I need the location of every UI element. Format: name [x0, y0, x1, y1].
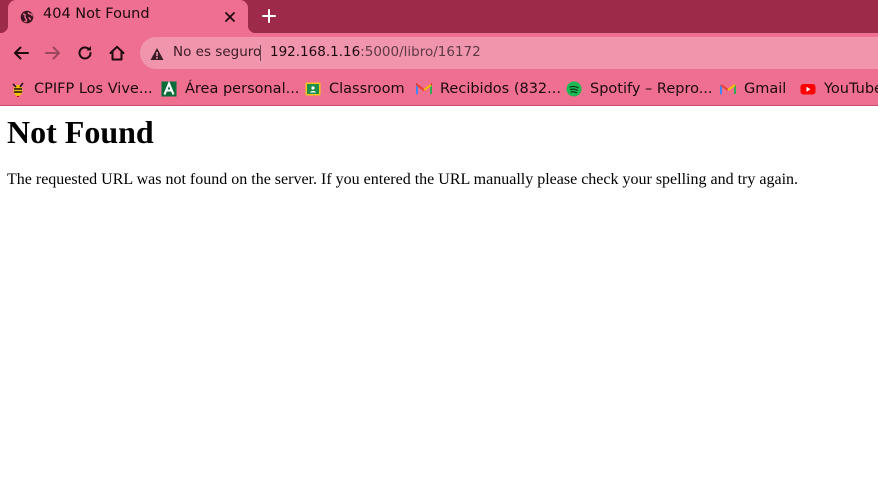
andalucia-icon	[161, 80, 177, 97]
bookmark-gmail[interactable]: Gmail	[720, 78, 786, 100]
url-text[interactable]: 192.168.1.16:5000/libro/16172	[270, 44, 481, 60]
bookmark-label: Spotify – Repro...	[590, 81, 713, 97]
plus-icon[interactable]	[259, 6, 279, 26]
bookmark-recibidos[interactable]: Recibidos (832...	[416, 78, 561, 100]
bookmark-classroom[interactable]: Classroom	[305, 78, 405, 100]
bee-icon	[10, 81, 26, 97]
bookmark-cpifp[interactable]: CPIFP Los Vive...	[10, 78, 153, 100]
url-host: 192.168.1.16	[270, 44, 361, 60]
gmail-icon	[416, 81, 432, 97]
globe-icon	[20, 9, 34, 24]
security-status-text[interactable]: No es seguro	[173, 44, 261, 60]
close-icon[interactable]	[222, 9, 238, 25]
bookmark-label: Área personal...	[185, 81, 300, 97]
omnibox-divider	[260, 45, 261, 61]
bookmark-area-personal[interactable]: Área personal...	[161, 78, 299, 100]
bookmarks-bar: CPIFP Los Vive... Área personal... Class…	[0, 73, 878, 106]
bookmark-label: YouTube	[824, 81, 878, 97]
youtube-icon	[800, 81, 816, 97]
tab-active[interactable]: 404 Not Found	[0, 0, 256, 33]
warning-triangle-icon[interactable]	[150, 46, 164, 60]
tab-title: 404 Not Found	[43, 6, 150, 22]
address-bar[interactable]: No es seguro 192.168.1.16:5000/libro/161…	[140, 37, 878, 69]
home-icon[interactable]	[105, 41, 129, 65]
bookmark-label: Recibidos (832...	[440, 81, 561, 97]
browser-toolbar: No es seguro 192.168.1.16:5000/libro/161…	[0, 33, 878, 73]
bookmark-label: Classroom	[329, 81, 405, 97]
bookmark-youtube[interactable]: YouTube	[800, 78, 878, 100]
arrow-left-icon[interactable]	[9, 41, 33, 65]
bookmark-label: CPIFP Los Vive...	[34, 81, 153, 97]
page-title: Not Found	[7, 114, 154, 150]
url-path: :5000/libro/16172	[360, 44, 481, 60]
arrow-right-icon[interactable]	[41, 41, 65, 65]
bookmark-label: Gmail	[744, 81, 787, 97]
reload-icon[interactable]	[73, 41, 97, 65]
error-message: The requested URL was not found on the s…	[7, 171, 799, 188]
tab-strip: 404 Not Found	[0, 0, 878, 33]
page-content: Not Found The requested URL was not foun…	[0, 106, 878, 479]
bookmark-spotify[interactable]: Spotify – Repro...	[566, 78, 713, 100]
gmail-icon	[720, 81, 736, 97]
classroom-icon	[305, 81, 321, 97]
spotify-icon	[566, 81, 582, 97]
